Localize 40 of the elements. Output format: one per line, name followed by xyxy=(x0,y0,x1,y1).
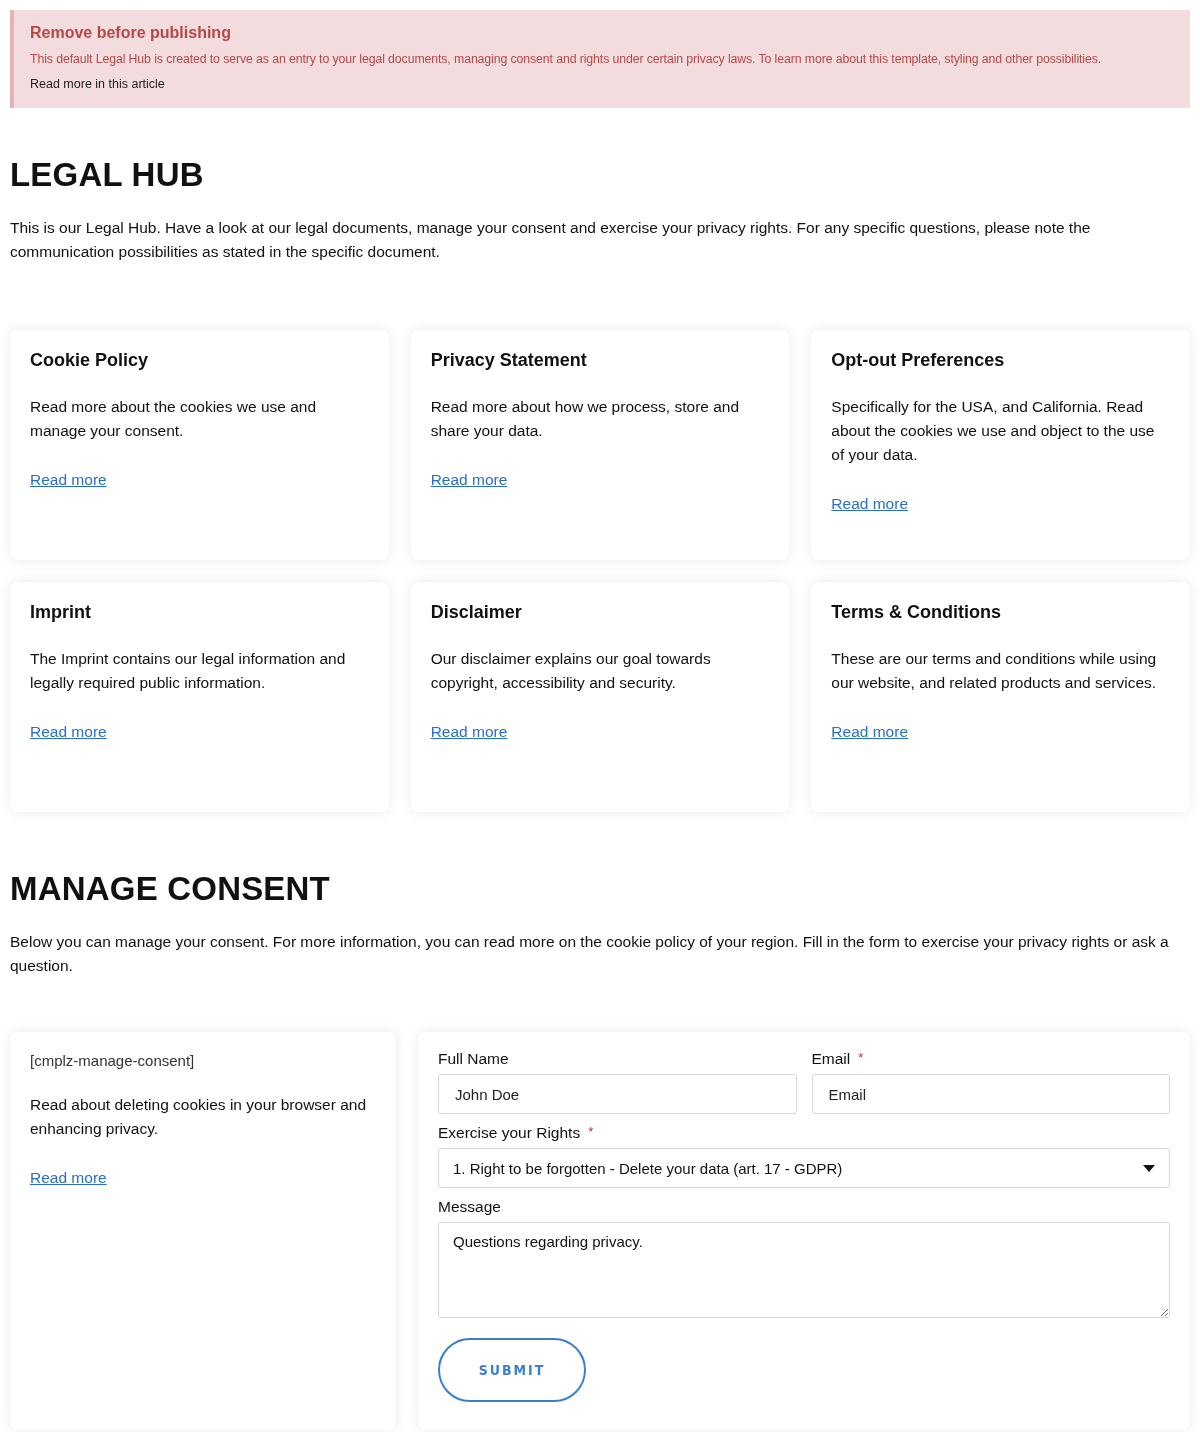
card-text: The Imprint contains our legal information and legally required public information. xyxy=(30,649,347,693)
notice-text: This default Legal Hub is created to serve as an entry to your legal documents, managing consent and rights under certain privacy laws. To learn more about this template, styling and other possibilities. xyxy=(30,52,1103,66)
intro-text: Below you can manage your consent. For more information, you can read more on the cookie policy of your region. Fill in the form to exercise your privacy rights or ask a question. xyxy=(10,932,1170,976)
article-link[interactable]: Read more in this article xyxy=(30,77,165,91)
card-title: Privacy Statement xyxy=(430,350,588,371)
field-label: Full Name xyxy=(438,1050,509,1068)
card-title: Terms & Conditions xyxy=(831,602,1002,623)
read-more-link[interactable]: Read more xyxy=(430,471,508,488)
read-more-link[interactable]: Read more xyxy=(831,495,908,512)
field-label: Exercise your Rights xyxy=(438,1124,581,1142)
card-title: Disclaimer xyxy=(430,602,523,623)
read-more-link[interactable]: Read more xyxy=(30,1169,107,1186)
message-field[interactable]: Questions regarding privacy. xyxy=(438,1222,1170,1318)
card-text: Specifically for the USA, and California. Read about the cookies we use and object to the use of your data. xyxy=(831,397,1156,465)
caret-icon xyxy=(1143,1164,1155,1172)
notice-title: Remove before publishing xyxy=(30,24,232,42)
read-more-link[interactable]: Read more xyxy=(831,723,908,740)
field-label: Message xyxy=(438,1198,501,1216)
card-title: Imprint xyxy=(30,602,92,623)
intro-text: This is our Legal Hub. Have a look at our legal documents, manage your consent and exercise your privacy rights. For any specific questions, please note the communication possibilities as stated in the specific document. xyxy=(10,218,1092,262)
card-title: Cookie Policy xyxy=(30,350,150,371)
read-more-link[interactable]: Read more xyxy=(430,723,508,740)
card-text: These are our terms and conditions while using our website, and related products and services. xyxy=(831,649,1158,693)
field-label: Email xyxy=(811,1050,851,1068)
submit-button[interactable]: SUBMIT xyxy=(438,1338,586,1402)
rights-dropdown[interactable]: 1. Right to be forgotten - Delete your data (art. 17 - GDPR) xyxy=(438,1148,1170,1188)
card-title: Opt-out Preferences xyxy=(831,350,1006,371)
shortcode-text: [cmplz-manage-consent] xyxy=(30,1052,196,1069)
required-mark: * xyxy=(588,1124,594,1141)
name-field[interactable]: John Doe xyxy=(438,1074,797,1114)
read-more-link[interactable]: Read more xyxy=(30,471,107,488)
card-text: Read more about how we process, store and share your data. xyxy=(430,397,741,441)
email-field[interactable]: Email xyxy=(811,1074,1170,1114)
section-heading: MANAGE CONSENT xyxy=(10,870,331,908)
section-heading: LEGAL HUB xyxy=(10,156,205,194)
read-more-link[interactable]: Read more xyxy=(30,723,107,740)
required-mark: * xyxy=(858,1050,864,1067)
card-text: Read more about the cookies we use and manage your consent. xyxy=(30,397,318,441)
card-text: Read about deleting cookies in your browser and enhancing privacy. xyxy=(30,1095,368,1139)
card-text: Our disclaimer explains our goal towards copyright, accessibility and security. xyxy=(430,649,712,693)
